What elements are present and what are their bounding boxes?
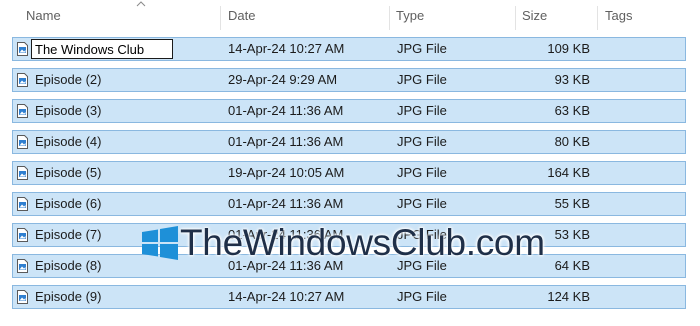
column-header-type[interactable]: Type xyxy=(390,0,516,32)
file-row[interactable]: Episode (9) 14-Apr-24 10:27 AM JPG File … xyxy=(12,285,686,309)
column-header-name-label: Name xyxy=(26,8,61,23)
file-explorer-details-view: Name Date Type Size Tags 14-Ap xyxy=(0,0,700,326)
column-header-date-label: Date xyxy=(228,8,256,23)
column-header-date[interactable]: Date xyxy=(222,0,390,32)
image-file-icon xyxy=(17,228,28,242)
image-file-icon xyxy=(17,42,28,56)
file-size: 109 KB xyxy=(547,41,590,56)
file-name: Episode (8) xyxy=(35,258,102,273)
image-file-icon xyxy=(17,290,28,304)
file-date: 01-Apr-24 11:36 AM xyxy=(228,227,344,242)
file-name: Episode (4) xyxy=(35,134,102,149)
file-date: 14-Apr-24 10:27 AM xyxy=(228,289,345,304)
file-name: Episode (9) xyxy=(35,289,102,304)
file-name: Episode (5) xyxy=(35,165,102,180)
file-name: Episode (7) xyxy=(35,227,102,242)
file-row[interactable]: Episode (5) 19-Apr-24 10:05 AM JPG File … xyxy=(12,161,686,185)
file-size: 63 KB xyxy=(554,103,590,118)
image-file-icon xyxy=(17,135,28,149)
column-header-tags-label: Tags xyxy=(605,8,633,23)
file-type: JPG File xyxy=(397,227,447,242)
file-date: 01-Apr-24 11:36 AM xyxy=(228,103,344,118)
file-date: 19-Apr-24 10:05 AM xyxy=(228,165,345,180)
file-row[interactable]: Episode (4) 01-Apr-24 11:36 AM JPG File … xyxy=(12,130,686,154)
column-header-tags[interactable]: Tags xyxy=(599,0,700,32)
file-type: JPG File xyxy=(397,103,447,118)
file-row[interactable]: Episode (6) 01-Apr-24 11:36 AM JPG File … xyxy=(12,192,686,216)
file-name: Episode (6) xyxy=(35,196,102,211)
file-type: JPG File xyxy=(397,41,447,56)
file-size: 93 KB xyxy=(554,72,590,87)
file-row[interactable]: 14-Apr-24 10:27 AM JPG File 109 KB xyxy=(12,37,686,61)
column-header-size-label: Size xyxy=(522,8,548,23)
column-header-size[interactable]: Size xyxy=(516,0,598,32)
file-date: 14-Apr-24 10:27 AM xyxy=(228,41,345,56)
file-type: JPG File xyxy=(397,134,447,149)
file-size: 124 KB xyxy=(547,289,590,304)
file-row[interactable]: Episode (7) 01-Apr-24 11:36 AM JPG File … xyxy=(12,223,686,247)
file-type: JPG File xyxy=(397,165,447,180)
file-date: 01-Apr-24 11:36 AM xyxy=(228,258,344,273)
file-row[interactable]: Episode (8) 01-Apr-24 11:36 AM JPG File … xyxy=(12,254,686,278)
file-size: 55 KB xyxy=(554,196,590,211)
file-type: JPG File xyxy=(397,289,447,304)
chevron-up-icon xyxy=(136,1,146,7)
column-header-name[interactable]: Name xyxy=(20,0,221,32)
column-header-type-label: Type xyxy=(396,8,425,23)
image-file-icon xyxy=(17,166,28,180)
file-size: 53 KB xyxy=(554,227,590,242)
column-divider[interactable] xyxy=(597,6,598,30)
file-date: 01-Apr-24 11:36 AM xyxy=(228,134,344,149)
rename-input[interactable] xyxy=(31,39,173,59)
image-file-icon xyxy=(17,197,28,211)
column-header-row: Name Date Type Size Tags xyxy=(0,0,700,32)
image-file-icon xyxy=(17,73,28,87)
file-size: 80 KB xyxy=(554,134,590,149)
file-type: JPG File xyxy=(397,72,447,87)
file-size: 64 KB xyxy=(554,258,590,273)
file-size: 164 KB xyxy=(547,165,590,180)
column-divider[interactable] xyxy=(220,6,221,30)
file-name: Episode (2) xyxy=(35,72,102,87)
file-row[interactable]: Episode (2) 29-Apr-24 9:29 AM JPG File 9… xyxy=(12,68,686,92)
file-date: 29-Apr-24 9:29 AM xyxy=(228,72,338,87)
file-type: JPG File xyxy=(397,258,447,273)
image-file-icon xyxy=(17,259,28,273)
file-date: 01-Apr-24 11:36 AM xyxy=(228,196,344,211)
file-row[interactable]: Episode (3) 01-Apr-24 11:36 AM JPG File … xyxy=(12,99,686,123)
file-name: Episode (3) xyxy=(35,103,102,118)
file-type: JPG File xyxy=(397,196,447,211)
image-file-icon xyxy=(17,104,28,118)
